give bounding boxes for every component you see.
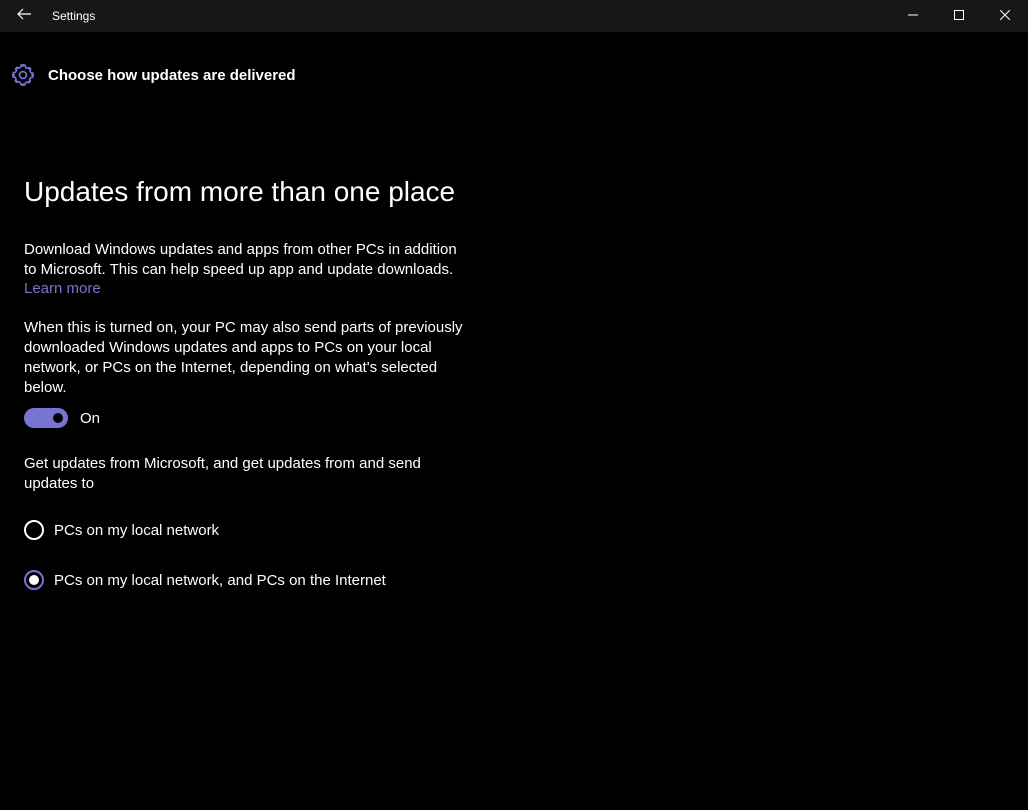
back-button[interactable] bbox=[0, 0, 48, 32]
radio-icon bbox=[24, 570, 44, 590]
learn-more-link[interactable]: Learn more bbox=[24, 280, 101, 297]
section-heading: Updates from more than one place bbox=[24, 176, 490, 208]
explain-paragraph: When this is turned on, your PC may also… bbox=[24, 318, 464, 398]
toggle-label: On bbox=[80, 410, 100, 427]
radio-option-local[interactable]: PCs on my local network bbox=[24, 520, 490, 540]
intro-paragraph: Download Windows updates and apps from o… bbox=[24, 240, 464, 280]
radio-icon bbox=[24, 520, 44, 540]
window-controls bbox=[890, 0, 1028, 32]
titlebar: Settings bbox=[0, 0, 1028, 32]
page-title: Choose how updates are delivered bbox=[48, 67, 296, 84]
content: Updates from more than one place Downloa… bbox=[0, 88, 490, 590]
close-button[interactable] bbox=[982, 0, 1028, 32]
toggle-row: On bbox=[24, 408, 490, 428]
maximize-button[interactable] bbox=[936, 0, 982, 32]
radio-intro: Get updates from Microsoft, and get upda… bbox=[24, 454, 444, 494]
radio-option-local-internet[interactable]: PCs on my local network, and PCs on the … bbox=[24, 570, 490, 590]
minimize-icon bbox=[908, 7, 918, 25]
toggle-knob bbox=[53, 413, 63, 423]
page-header: Choose how updates are delivered bbox=[0, 32, 1028, 88]
minimize-button[interactable] bbox=[890, 0, 936, 32]
titlebar-title: Settings bbox=[52, 9, 95, 23]
radio-group: PCs on my local network PCs on my local … bbox=[24, 520, 490, 590]
radio-label: PCs on my local network bbox=[54, 522, 219, 539]
gear-icon bbox=[10, 62, 36, 88]
maximize-icon bbox=[954, 7, 964, 25]
updates-toggle[interactable] bbox=[24, 408, 68, 428]
close-icon bbox=[1000, 7, 1010, 25]
radio-label: PCs on my local network, and PCs on the … bbox=[54, 572, 386, 589]
back-arrow-icon bbox=[16, 6, 32, 27]
titlebar-left: Settings bbox=[0, 0, 95, 32]
